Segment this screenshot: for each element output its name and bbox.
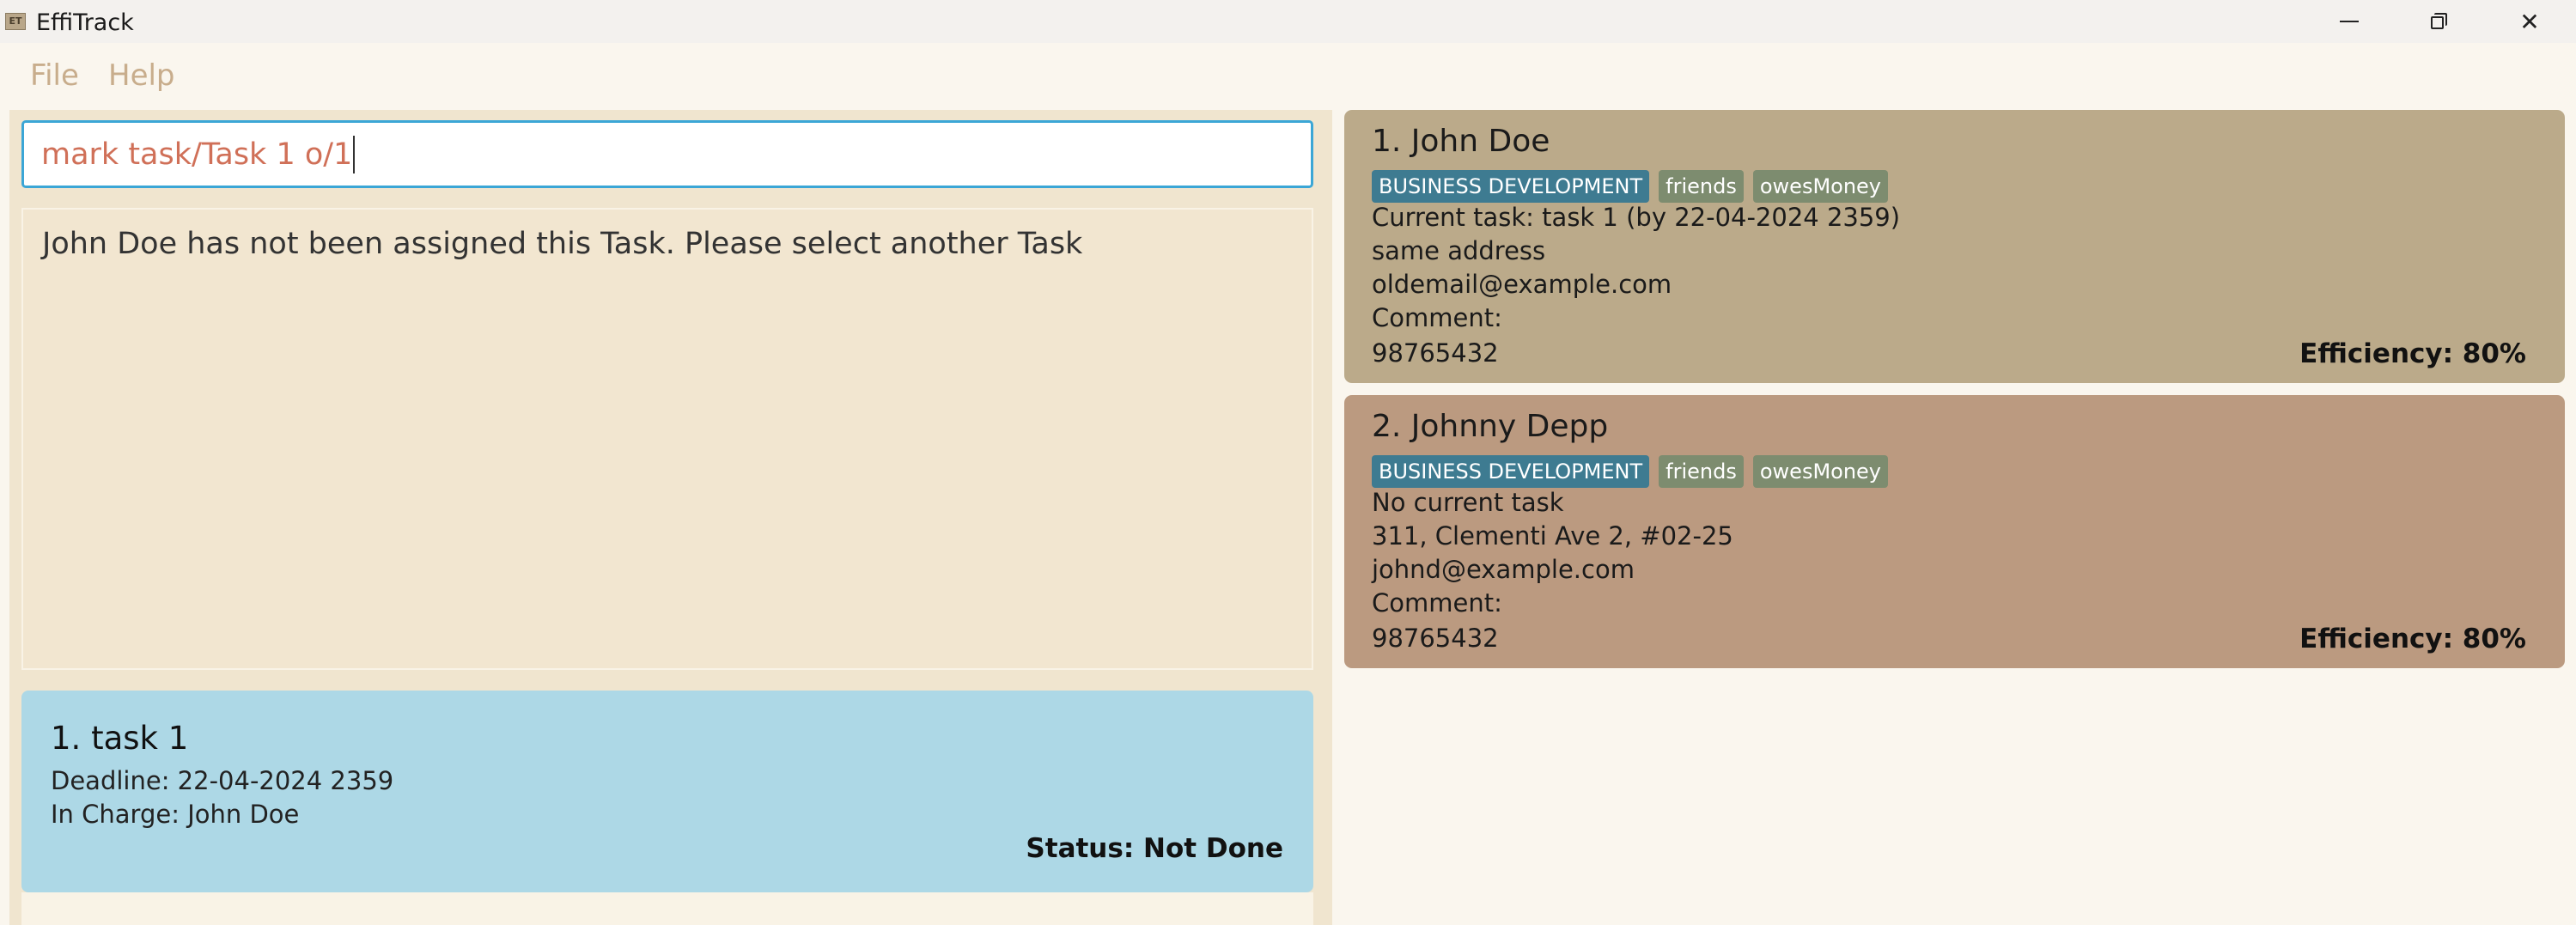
person-efficiency: Efficiency: 80% bbox=[2299, 338, 2526, 369]
menu-help[interactable]: Help bbox=[108, 58, 175, 93]
person-card[interactable]: 2. Johnny Depp BUSINESS DEVELOPMENT frie… bbox=[1344, 395, 2565, 668]
task-status: Status: Not Done bbox=[1026, 833, 1283, 864]
close-button[interactable]: ✕ bbox=[2487, 0, 2573, 43]
task-title: 1. task 1 bbox=[51, 720, 189, 757]
title-bar: ET EffiTrack ✕ bbox=[0, 0, 2576, 43]
person-name: 2. Johnny Depp bbox=[1372, 409, 1609, 444]
close-icon: ✕ bbox=[2519, 7, 2540, 36]
person-current-task: No current task bbox=[1372, 488, 1564, 517]
minimize-button[interactable] bbox=[2306, 0, 2392, 43]
person-card[interactable]: 1. John Doe BUSINESS DEVELOPMENT friends… bbox=[1344, 110, 2565, 383]
person-current-task: Current task: task 1 (by 22-04-2024 2359… bbox=[1372, 203, 1901, 232]
window-title: EffiTrack bbox=[36, 9, 134, 36]
menu-bar: File Help bbox=[0, 43, 2576, 110]
tag-badge: friends bbox=[1659, 170, 1744, 203]
minimize-icon bbox=[2340, 21, 2359, 22]
person-name: 1. John Doe bbox=[1372, 124, 1550, 159]
task-deadline: Deadline: 22-04-2024 2359 bbox=[51, 766, 394, 795]
person-comment: Comment: bbox=[1372, 303, 1502, 332]
person-comment: Comment: bbox=[1372, 588, 1502, 618]
person-phone: 98765432 bbox=[1372, 338, 1499, 368]
task-card[interactable]: 1. task 1 Deadline: 22-04-2024 2359 In C… bbox=[21, 691, 1313, 892]
person-phone: 98765432 bbox=[1372, 624, 1499, 653]
result-display: John Doe has not been assigned this Task… bbox=[21, 208, 1313, 670]
tag-badge: BUSINESS DEVELOPMENT bbox=[1372, 455, 1650, 488]
person-tags: BUSINESS DEVELOPMENT friends owesMoney bbox=[1372, 455, 1889, 488]
person-email: oldemail@example.com bbox=[1372, 270, 1672, 299]
tag-badge: owesMoney bbox=[1752, 455, 1889, 488]
restore-button[interactable] bbox=[2396, 0, 2482, 43]
restore-icon bbox=[2431, 13, 2448, 30]
command-input-text: mark task/Task 1 o/1 bbox=[41, 137, 353, 172]
result-message: John Doe has not been assigned this Task… bbox=[42, 227, 1083, 261]
text-cursor bbox=[353, 135, 356, 173]
app-icon: ET bbox=[5, 13, 26, 30]
tag-badge: owesMoney bbox=[1752, 170, 1889, 203]
person-email: johnd@example.com bbox=[1372, 555, 1635, 584]
tag-badge: BUSINESS DEVELOPMENT bbox=[1372, 170, 1650, 203]
tag-badge: friends bbox=[1659, 455, 1744, 488]
person-address: same address bbox=[1372, 236, 1546, 265]
task-in-charge: In Charge: John Doe bbox=[51, 800, 300, 829]
command-input[interactable]: mark task/Task 1 o/1 bbox=[21, 120, 1313, 188]
menu-file[interactable]: File bbox=[30, 58, 79, 93]
person-efficiency: Efficiency: 80% bbox=[2299, 624, 2526, 654]
person-tags: BUSINESS DEVELOPMENT friends owesMoney bbox=[1372, 170, 1889, 203]
task-list-remainder bbox=[21, 892, 1313, 925]
person-address: 311, Clementi Ave 2, #02-25 bbox=[1372, 521, 1733, 551]
